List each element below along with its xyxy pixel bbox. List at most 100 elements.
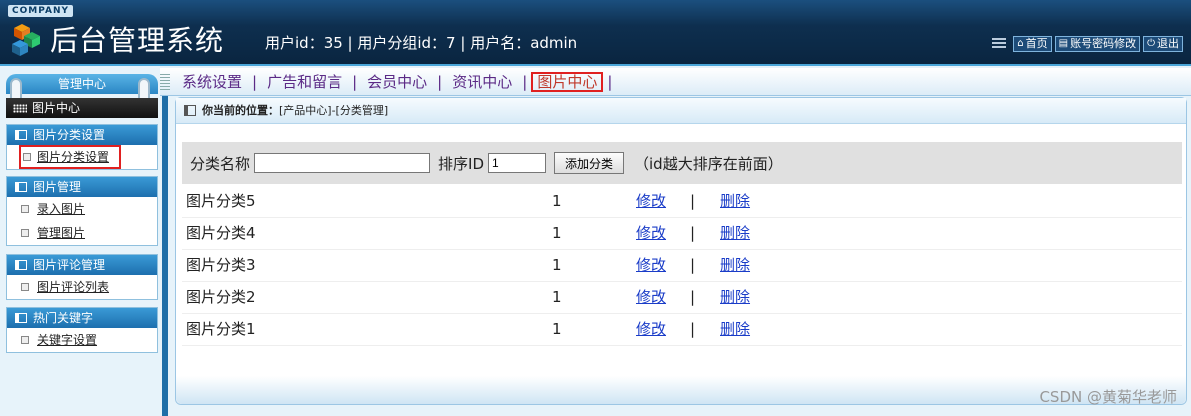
sidebar-link[interactable]: 图片分类设置 [37, 150, 109, 164]
page-icon [21, 336, 29, 344]
power-icon: ⏻ [1147, 38, 1155, 49]
sidebar-link[interactable]: 关键字设置 [37, 333, 97, 347]
order-id-input[interactable] [488, 153, 546, 173]
category-list: 图片分类5 1 修改 | 删除 图片分类4 1 修改 | 删除 图片分类3 1 … [182, 186, 1182, 346]
tab-system-settings[interactable]: 系统设置 [172, 72, 252, 92]
user-info: 用户id：35 | 用户分组id：7 | 用户名：admin [265, 34, 578, 52]
group-title: 图片分类设置 [33, 128, 106, 142]
breadcrumb-label: 你当前的位置： [202, 104, 279, 117]
sidebar-link[interactable]: 图片评论列表 [37, 280, 109, 294]
sidebar-link[interactable]: 管理图片 [37, 226, 85, 240]
page-icon [21, 283, 29, 291]
grid-icon [13, 104, 27, 113]
sidebar-item-category-settings[interactable]: 图片分类设置 [19, 145, 121, 169]
add-category-button[interactable]: 添加分类 [554, 152, 625, 174]
separator: | [690, 256, 696, 274]
sidebar-group-header[interactable]: 热门关键字 [7, 308, 157, 328]
tab-news[interactable]: 资讯中心 [442, 72, 522, 92]
folder-icon [15, 260, 27, 270]
menu-lines-icon [992, 38, 1007, 50]
sidebar-item-add-image[interactable]: 录入图片 [7, 197, 157, 221]
table-row: 图片分类1 1 修改 | 删除 [182, 314, 1182, 346]
category-order: 1 [552, 288, 562, 306]
breadcrumb-path: [产品中心]-[分类管理] [279, 104, 389, 117]
order-id-label: 排序ID [438, 154, 484, 173]
separator: | [690, 320, 696, 338]
sidebar-item-comment-list[interactable]: 图片评论列表 [7, 275, 157, 299]
sidebar-item-manage-images[interactable]: 管理图片 [7, 221, 157, 245]
sidebar-header: 管理中心 [6, 74, 158, 94]
delete-link[interactable]: 删除 [720, 218, 750, 248]
category-name-input[interactable] [254, 153, 431, 173]
company-logo: COMPANY [8, 5, 73, 17]
edit-link[interactable]: 修改 [636, 250, 666, 280]
sidebar-group-header[interactable]: 图片评论管理 [7, 255, 157, 275]
category-order: 1 [552, 320, 562, 338]
category-order: 1 [552, 224, 562, 242]
sidebar-link[interactable]: 录入图片 [37, 202, 85, 216]
top-toolbar: ⌂ 首页 ▤ 账号密码修改 ⏻ 退出 [992, 36, 1183, 52]
pin-left-icon [10, 78, 22, 100]
panel-footer [176, 376, 1186, 404]
logout-label: 退出 [1157, 37, 1179, 50]
page-icon [21, 229, 29, 237]
category-order: 1 [552, 256, 562, 274]
edit-link[interactable]: 修改 [636, 218, 666, 248]
sidebar-group-header[interactable]: 图片管理 [7, 177, 157, 197]
table-row: 图片分类3 1 修改 | 删除 [182, 250, 1182, 282]
edit-link[interactable]: 修改 [636, 314, 666, 344]
category-name: 图片分类4 [186, 224, 256, 242]
document-icon: ▤ [1058, 38, 1069, 49]
home-icon: ⌂ [1017, 38, 1024, 49]
main-panel: 你当前的位置：[产品中心]-[分类管理] 分类名称 排序ID 添加分类 （id越… [175, 97, 1187, 405]
separator: | [690, 288, 696, 306]
sidebar-section-label: 图片中心 [32, 101, 81, 115]
pin-right-icon [138, 78, 150, 100]
table-row: 图片分类4 1 修改 | 删除 [182, 218, 1182, 250]
sidebar-group-comments: 图片评论管理 图片评论列表 [6, 254, 158, 300]
breadcrumb: 你当前的位置：[产品中心]-[分类管理] [176, 98, 1186, 124]
group-title: 图片管理 [33, 180, 82, 194]
group-title: 图片评论管理 [33, 258, 106, 272]
page-icon [21, 205, 29, 213]
category-name-label: 分类名称 [190, 154, 251, 173]
sidebar-group-keywords: 热门关键字 关键字设置 [6, 307, 158, 353]
delete-link[interactable]: 删除 [720, 282, 750, 312]
sidebar-group-header[interactable]: 图片分类设置 [7, 125, 157, 145]
order-hint: （id越大排序在前面） [634, 154, 783, 173]
delete-link[interactable]: 删除 [720, 314, 750, 344]
folder-icon [15, 130, 27, 140]
home-button[interactable]: ⌂ 首页 [1013, 36, 1052, 52]
tab-images[interactable]: 图片中心 [531, 72, 604, 92]
table-row: 图片分类5 1 修改 | 删除 [182, 186, 1182, 218]
add-category-form: 分类名称 排序ID 添加分类 （id越大排序在前面） [182, 142, 1182, 184]
category-order: 1 [552, 192, 562, 210]
folder-icon [15, 313, 27, 323]
category-name: 图片分类3 [186, 256, 256, 274]
watermark: CSDN @黄菊华老师 [1039, 388, 1177, 406]
table-row: 图片分类2 1 修改 | 删除 [182, 282, 1182, 314]
cubes-logo-icon [12, 24, 40, 56]
tab-ads-messages[interactable]: 广告和留言 [257, 72, 352, 92]
sidebar: 管理中心 图片中心 图片分类设置 图片分类设置 图片管理 录入图片 管理图片 图… [0, 68, 168, 416]
category-name: 图片分类5 [186, 192, 256, 210]
tab-members[interactable]: 会员中心 [357, 72, 437, 92]
folder-icon [15, 182, 27, 192]
edit-link[interactable]: 修改 [636, 282, 666, 312]
delete-link[interactable]: 删除 [720, 250, 750, 280]
separator: | [690, 224, 696, 242]
sidebar-item-keyword-settings[interactable]: 关键字设置 [7, 328, 157, 352]
separator: | [690, 192, 696, 210]
sidebar-group-category: 图片分类设置 图片分类设置 [6, 124, 158, 170]
category-name: 图片分类1 [186, 320, 256, 338]
change-password-button[interactable]: ▤ 账号密码修改 [1054, 36, 1141, 52]
edit-link[interactable]: 修改 [636, 186, 666, 216]
grip-icon [160, 74, 170, 90]
category-name: 图片分类2 [186, 288, 256, 306]
top-nav: 系统设置 | 广告和留言 | 会员中心 | 资讯中心 | 图片中心 | [160, 68, 1191, 96]
group-title: 热门关键字 [33, 311, 94, 325]
delete-link[interactable]: 删除 [720, 186, 750, 216]
sidebar-group-images: 图片管理 录入图片 管理图片 [6, 176, 158, 246]
nav-list: 系统设置 | 广告和留言 | 会员中心 | 资讯中心 | 图片中心 | [160, 72, 612, 92]
logout-button[interactable]: ⏻ 退出 [1143, 36, 1183, 52]
